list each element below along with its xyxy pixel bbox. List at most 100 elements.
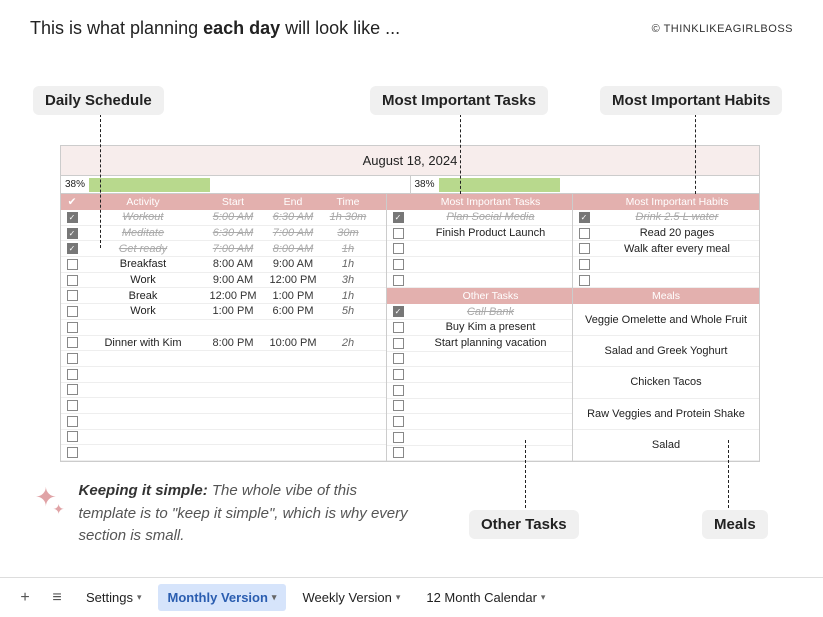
- other-task-text[interactable]: Call Bank: [409, 306, 572, 318]
- progress-row: 38% 38%: [61, 176, 759, 194]
- checkbox[interactable]: [67, 384, 78, 395]
- tab-weekly-version[interactable]: Weekly Version▾: [292, 584, 410, 611]
- checkbox[interactable]: [67, 416, 78, 427]
- important-task-row: [387, 257, 572, 273]
- checkbox[interactable]: [393, 243, 404, 254]
- activity-cell[interactable]: Break: [83, 290, 203, 302]
- start-cell[interactable]: 12:00 PM: [203, 290, 263, 302]
- checkbox[interactable]: [393, 447, 404, 458]
- activity-cell[interactable]: Breakfast: [83, 258, 203, 270]
- other-task-text[interactable]: Buy Kim a present: [409, 321, 572, 333]
- checkbox[interactable]: [67, 369, 78, 380]
- tab-settings[interactable]: Settings▾: [76, 584, 152, 611]
- checkbox[interactable]: [393, 385, 404, 396]
- meal-row[interactable]: Salad and Greek Yoghurt: [573, 336, 759, 367]
- checkbox[interactable]: [393, 369, 404, 380]
- other-task-text[interactable]: Start planning vacation: [409, 337, 572, 349]
- checkbox[interactable]: [67, 322, 78, 333]
- header-mih: Most Important Habits: [595, 196, 759, 208]
- end-cell[interactable]: 9:00 AM: [263, 258, 323, 270]
- schedule-column: ✔ Activity Start End Time ✓ Workout 5:00…: [61, 194, 387, 461]
- meal-row[interactable]: Salad: [573, 430, 759, 461]
- important-habit-text[interactable]: Read 20 pages: [595, 227, 759, 239]
- activity-cell[interactable]: Meditate: [83, 227, 203, 239]
- meal-row[interactable]: Chicken Tacos: [573, 367, 759, 398]
- end-cell[interactable]: 8:00 AM: [263, 243, 323, 255]
- checkbox[interactable]: ✓: [579, 212, 590, 223]
- start-cell[interactable]: 8:00 AM: [203, 258, 263, 270]
- date-header: August 18, 2024: [61, 146, 759, 176]
- other-task-row: Buy Kim a present: [387, 320, 572, 336]
- sparkle-icon: ✦✦: [35, 484, 69, 548]
- checkbox[interactable]: [67, 259, 78, 270]
- checkbox[interactable]: [67, 275, 78, 286]
- important-habit-text[interactable]: Walk after every meal: [595, 243, 759, 255]
- schedule-row: [61, 320, 386, 336]
- checkbox[interactable]: [579, 275, 590, 286]
- checkbox[interactable]: [67, 353, 78, 364]
- checkbox[interactable]: ✓: [67, 243, 78, 254]
- activity-cell[interactable]: Get ready: [83, 243, 203, 255]
- activity-cell[interactable]: Work: [83, 305, 203, 317]
- start-cell[interactable]: 8:00 PM: [203, 337, 263, 349]
- checkbox[interactable]: ✓: [67, 228, 78, 239]
- important-task-text[interactable]: Finish Product Launch: [409, 227, 572, 239]
- checkbox[interactable]: ✓: [393, 212, 404, 223]
- activity-cell[interactable]: Work: [83, 274, 203, 286]
- meal-row[interactable]: Veggie Omelette and Whole Fruit: [573, 304, 759, 335]
- important-task-row: [387, 273, 572, 289]
- end-cell[interactable]: 1:00 PM: [263, 290, 323, 302]
- checkbox[interactable]: [393, 322, 404, 333]
- schedule-row: [61, 430, 386, 446]
- start-cell[interactable]: 6:30 AM: [203, 227, 263, 239]
- checkbox[interactable]: [393, 400, 404, 411]
- add-sheet-icon[interactable]: +: [12, 589, 38, 607]
- checkbox[interactable]: [67, 306, 78, 317]
- schedule-row: ✓ Get ready 7:00 AM 8:00 AM 1h: [61, 241, 386, 257]
- checkbox[interactable]: [67, 290, 78, 301]
- important-habit-text[interactable]: Drink 2.5 L water: [595, 211, 759, 223]
- end-cell[interactable]: 10:00 PM: [263, 337, 323, 349]
- important-habit-row: [573, 257, 759, 273]
- checkbox[interactable]: [393, 259, 404, 270]
- other-task-row: ✓ Call Bank: [387, 304, 572, 320]
- checkbox[interactable]: [393, 228, 404, 239]
- checkbox[interactable]: ✓: [67, 212, 78, 223]
- all-sheets-icon[interactable]: ≡: [44, 589, 70, 607]
- start-cell[interactable]: 7:00 AM: [203, 243, 263, 255]
- connector-line: [728, 440, 729, 508]
- activity-cell[interactable]: Dinner with Kim: [83, 337, 203, 349]
- activity-cell[interactable]: Workout: [83, 211, 203, 223]
- checkbox[interactable]: [393, 275, 404, 286]
- sheet-tabs-bar: + ≡ Settings▾ Monthly Version▾ Weekly Ve…: [0, 577, 823, 617]
- checkbox[interactable]: [393, 353, 404, 364]
- checkbox[interactable]: [579, 243, 590, 254]
- start-cell[interactable]: 5:00 AM: [203, 211, 263, 223]
- checkbox[interactable]: [393, 416, 404, 427]
- checkbox[interactable]: [579, 228, 590, 239]
- checkbox[interactable]: [393, 338, 404, 349]
- checkbox[interactable]: [393, 432, 404, 443]
- checkbox[interactable]: [579, 259, 590, 270]
- page-title: This is what planning each day will look…: [30, 18, 400, 39]
- checkbox[interactable]: ✓: [393, 306, 404, 317]
- end-cell[interactable]: 12:00 PM: [263, 274, 323, 286]
- checkbox[interactable]: [67, 400, 78, 411]
- header-check: ✔: [61, 196, 83, 208]
- end-cell[interactable]: 6:30 AM: [263, 211, 323, 223]
- meal-row[interactable]: Raw Veggies and Protein Shake: [573, 399, 759, 430]
- checkbox[interactable]: [67, 431, 78, 442]
- tab-monthly-version[interactable]: Monthly Version▾: [158, 584, 287, 611]
- start-cell[interactable]: 1:00 PM: [203, 305, 263, 317]
- duration-cell: 2h: [323, 337, 373, 349]
- schedule-row: [61, 398, 386, 414]
- end-cell[interactable]: 6:00 PM: [263, 305, 323, 317]
- start-cell[interactable]: 9:00 AM: [203, 274, 263, 286]
- tab-12-month-calendar[interactable]: 12 Month Calendar▾: [416, 584, 555, 611]
- checkbox[interactable]: [67, 447, 78, 458]
- end-cell[interactable]: 7:00 AM: [263, 227, 323, 239]
- other-task-row: [387, 383, 572, 399]
- callout-important-tasks: Most Important Tasks: [370, 86, 548, 115]
- important-task-text[interactable]: Plan Social Media: [409, 211, 572, 223]
- checkbox[interactable]: [67, 337, 78, 348]
